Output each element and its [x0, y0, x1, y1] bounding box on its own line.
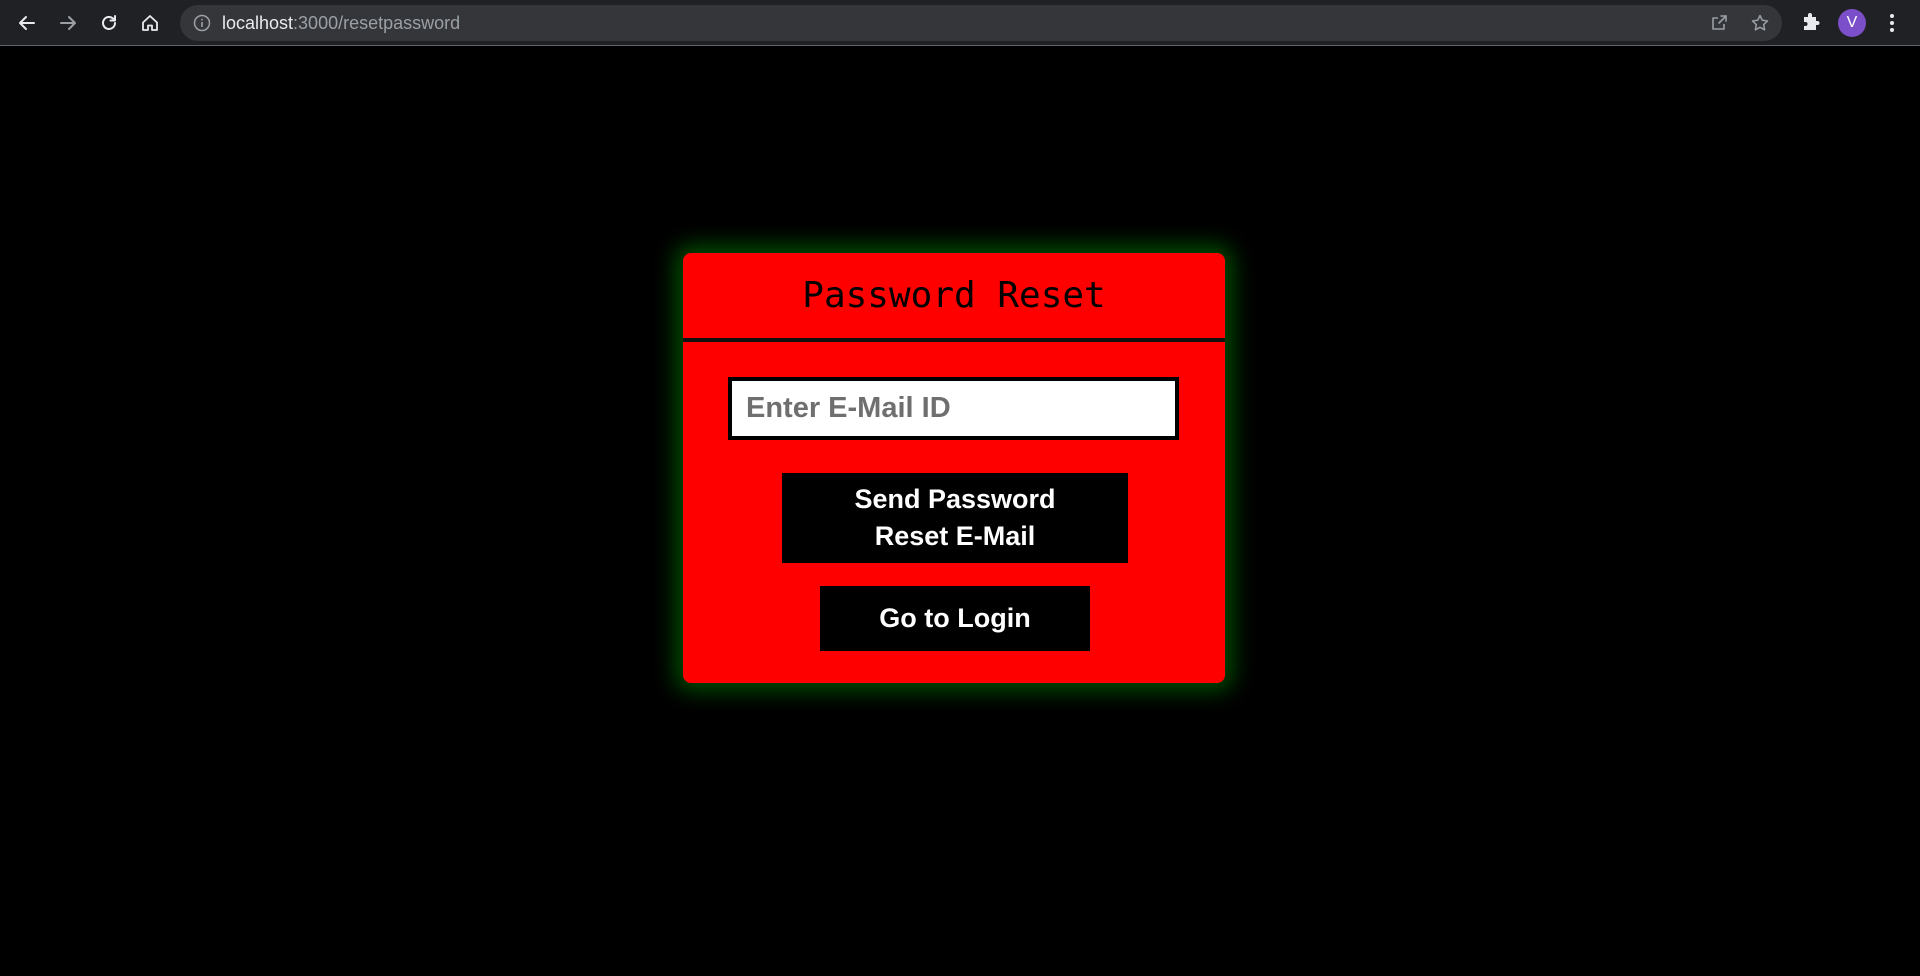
home-icon [142, 15, 158, 31]
share-icon[interactable] [1709, 13, 1729, 33]
kebab-menu-icon[interactable] [1880, 11, 1904, 35]
go-to-login-button[interactable]: Go to Login [820, 586, 1090, 651]
password-reset-card: Password Reset Send Password Reset E-Mai… [683, 253, 1225, 683]
back-button[interactable] [11, 7, 43, 39]
url-host: localhost [222, 13, 294, 33]
email-field[interactable] [728, 377, 1179, 440]
profile-avatar[interactable]: V [1838, 9, 1866, 37]
send-reset-email-button[interactable]: Send Password Reset E-Mail [782, 473, 1128, 563]
send-reset-email-label: Send Password Reset E-Mail [854, 484, 1056, 551]
url-text[interactable]: localhost:3000/resetpassword [222, 5, 460, 41]
address-bar[interactable]: localhost:3000/resetpassword [180, 5, 1782, 41]
title-divider [683, 338, 1225, 342]
reload-icon [102, 15, 116, 30]
browser-toolbar: localhost:3000/resetpassword V [0, 0, 1920, 46]
arrow-left-icon [19, 16, 35, 30]
home-button[interactable] [134, 7, 166, 39]
url-path: :3000/resetpassword [293, 13, 461, 33]
page-viewport: Password Reset Send Password Reset E-Mai… [0, 47, 1920, 976]
page-title: Password Reset [802, 275, 1106, 316]
forward-button[interactable] [52, 7, 84, 39]
info-icon[interactable] [193, 14, 211, 32]
star-icon[interactable] [1750, 13, 1770, 33]
arrow-right-icon [60, 16, 76, 30]
reload-button[interactable] [93, 7, 125, 39]
go-to-login-label: Go to Login [879, 603, 1031, 633]
puzzle-icon[interactable] [1799, 11, 1823, 35]
